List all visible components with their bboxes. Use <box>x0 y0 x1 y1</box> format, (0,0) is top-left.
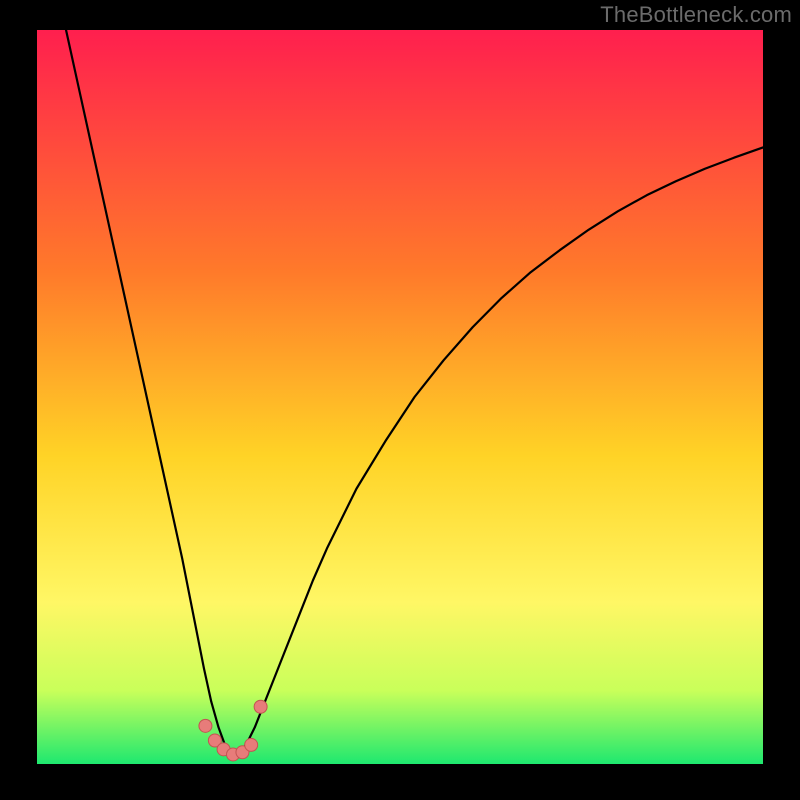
highlight-marker <box>199 719 212 732</box>
plot-area <box>37 30 763 764</box>
chart-frame: TheBottleneck.com <box>0 0 800 800</box>
attribution-watermark: TheBottleneck.com <box>600 2 792 28</box>
highlight-marker <box>254 700 267 713</box>
bottleneck-chart <box>37 30 763 764</box>
highlight-marker <box>245 738 258 751</box>
